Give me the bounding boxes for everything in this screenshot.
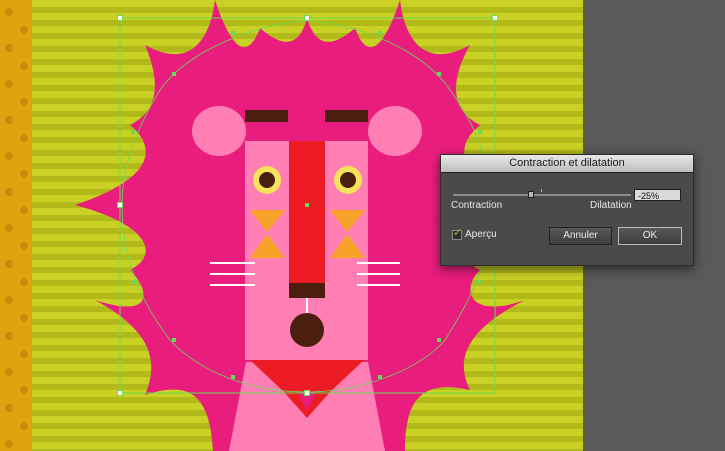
handle-middle-left[interactable] <box>117 202 123 208</box>
contraction-label: Contraction <box>451 200 503 211</box>
amount-value-field[interactable]: -25% <box>634 189 681 201</box>
dilatation-label: Dilatation <box>590 200 632 211</box>
dialog-title[interactable]: Contraction et dilatation <box>441 155 693 173</box>
preview-label[interactable]: Aperçu <box>465 229 497 240</box>
slider-center-tick <box>541 189 542 192</box>
handle-top-right[interactable] <box>492 15 498 21</box>
cancel-button[interactable]: Annuler <box>549 227 612 245</box>
handle-top-center[interactable] <box>304 15 310 21</box>
checkmark-icon: ✓ <box>453 227 463 239</box>
right-eyebrow <box>325 110 368 122</box>
handle-top-left[interactable] <box>117 15 123 21</box>
handle-bottom-center[interactable] <box>304 390 310 396</box>
preview-checkbox[interactable]: ✓ <box>452 227 463 240</box>
amount-slider-track[interactable] <box>453 194 631 196</box>
lion-nose-bridge <box>289 141 325 284</box>
ok-button[interactable]: OK <box>618 227 682 245</box>
amount-slider-thumb[interactable] <box>527 191 534 198</box>
left-eye-pupil <box>259 172 275 188</box>
pucker-bloat-dialog: Contraction et dilatation -25% Contracti… <box>440 154 694 266</box>
right-eye-pupil <box>340 172 356 188</box>
lion-nose-tip <box>289 283 325 298</box>
left-eyebrow <box>245 110 288 122</box>
handle-bottom-left[interactable] <box>117 390 123 396</box>
lion-mouth <box>290 313 324 347</box>
right-ear <box>368 106 422 156</box>
left-ear <box>192 106 246 156</box>
